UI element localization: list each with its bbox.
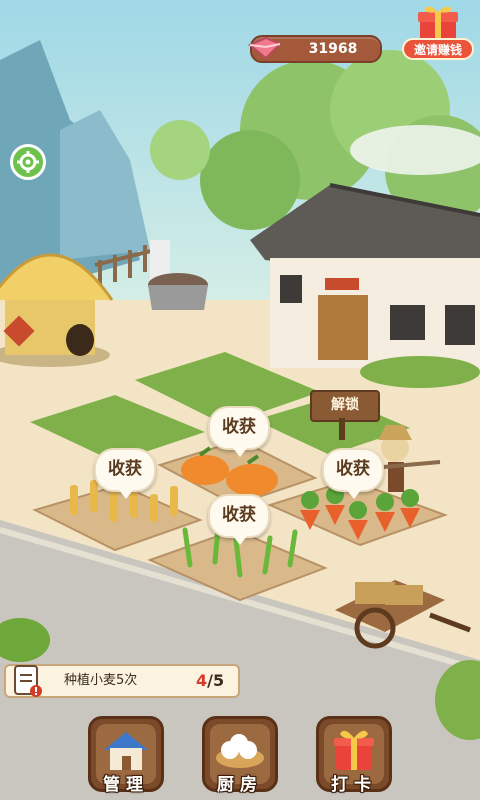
nav-manage-label: 管理 (103, 775, 149, 795)
unlock-sign[interactable]: 解锁 (310, 390, 380, 422)
steamed-bun-icon (216, 734, 264, 768)
task-text: 种植小麦5次 (64, 673, 138, 688)
sign-post (339, 418, 345, 440)
nav-checkin-label: 打卡 (331, 775, 377, 795)
task-progress-current: 4 (196, 671, 208, 690)
harvest-bubble-carrot[interactable]: 收获 (322, 448, 384, 499)
harvest-bubble-scallion[interactable]: 收获 (208, 494, 270, 545)
house-icon (104, 732, 148, 770)
nav-manage-button[interactable]: 管理 (80, 716, 172, 795)
harvest-bubble-pumpkin[interactable]: 收获 (208, 406, 270, 457)
nav-checkin-button[interactable]: 打卡 (308, 716, 400, 795)
harvest-bubble-wheat[interactable]: 收获 (94, 448, 156, 499)
nav-kitchen-label: 厨房 (217, 775, 263, 795)
currency-counter: 31968 (248, 35, 382, 63)
invite-earn-button[interactable]: 邀请赚钱 (402, 4, 474, 62)
settings-button[interactable] (10, 144, 46, 180)
gem-icon (248, 36, 282, 60)
nav-kitchen-button[interactable]: 厨房 (194, 716, 286, 795)
gift-icon (334, 730, 374, 770)
task-progress-total: /5 (207, 671, 225, 690)
task-clipboard-icon (14, 665, 42, 697)
currency-value: 31968 (308, 41, 358, 57)
invite-earn-label: 邀请赚钱 (402, 38, 474, 60)
task-bar[interactable]: 种植小麦5次 4/5 (4, 664, 240, 698)
gear-icon (17, 151, 39, 173)
task-progress: 4/5 (196, 666, 224, 696)
